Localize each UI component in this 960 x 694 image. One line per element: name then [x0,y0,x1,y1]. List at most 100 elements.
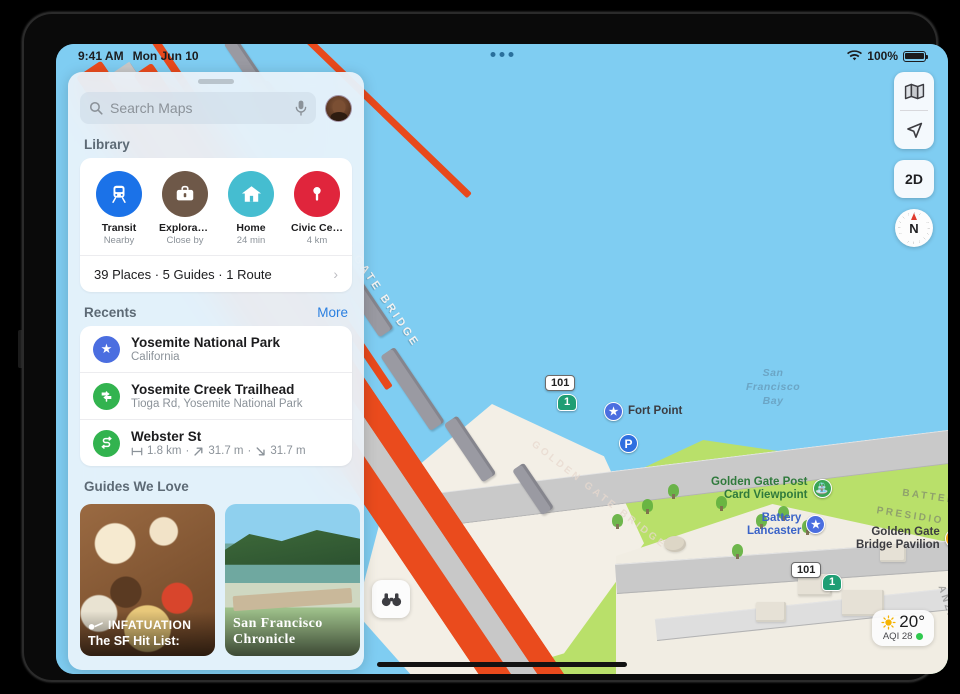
guides-title: Guides We Love [84,479,189,494]
recent-descent: 31.7 m [270,445,306,457]
dimension-toggle-button[interactable]: 2D [894,160,934,198]
bridge-tower [512,462,554,516]
poi-battery-lancaster[interactable]: Battery Lancaster ★ [747,512,826,538]
house-icon [228,171,274,217]
star-icon: ★ [93,335,120,363]
library-item-transit[interactable]: Transit Nearby [93,171,145,246]
parking-icon: P [619,434,638,453]
library-items: Transit Nearby Explorato Close by Home 2… [80,158,352,255]
tree-icon [732,544,743,559]
bridge-tower [443,415,497,483]
air-quality-row: AQI 28 [881,630,925,642]
guide-brand: INFATUATION [88,618,207,632]
chevron-right-icon: › [333,266,338,282]
aqi-label: AQI 28 [882,630,913,642]
tree-icon [668,484,679,499]
recent-title: Yosemite National Park [131,335,281,350]
star-icon: ★ [604,402,623,421]
pin-icon [294,171,340,217]
microphone-icon [295,100,307,116]
guide-title: The SF Hit List: [88,634,180,648]
device-bezel: GOLDEN GATE BRIDGE GOLDEN GATE BRIDGE Sa… [22,12,948,682]
wifi-icon [847,50,863,61]
library-item-label: Explorato… [159,222,211,234]
poi-label-text: Fort Point [628,405,683,418]
route-shield-101[interactable]: 101 [791,562,822,578]
compass-button[interactable]: N [895,209,933,247]
library-item-label: Civic Cen… [291,222,343,234]
search-input[interactable]: Search Maps [80,92,316,124]
poi-golden-gate-bridge-pavilion[interactable]: Golden GateBridge Pavilion 🛍 [856,526,948,552]
library-header: Library [68,124,364,158]
recents-more-button[interactable]: More [317,305,348,320]
tree-icon [642,499,653,514]
arrow-up-right-icon [194,447,203,456]
ipad-device: GOLDEN GATE BRIDGE GOLDEN GATE BRIDGE Sa… [0,0,960,694]
list-item[interactable]: Webster St 1.8 km · 31.7 m · 31.7 m [80,419,352,466]
guide-brand-text: INFATUATION [108,618,192,632]
guide-card-chronicle[interactable]: San Francisco Chronicle [225,504,360,656]
water-label: San Francisco Bay [746,367,801,408]
multitasking-handle[interactable] [490,52,514,57]
poi-fort-point[interactable]: ★ Fort Point [604,402,682,421]
poi-label-text: Battery Lancaster [747,512,802,537]
route-icon [93,429,120,457]
list-item[interactable]: Yosemite Creek Trailhead Tioga Rd, Yosem… [80,372,352,419]
screen: GOLDEN GATE BRIDGE GOLDEN GATE BRIDGE Sa… [56,44,948,674]
building [664,536,686,552]
search-icon [89,101,103,115]
route-badge-1[interactable]: 1 [822,574,843,591]
train-icon [96,171,142,217]
sun-icon [881,615,896,630]
recent-title: Yosemite Creek Trailhead [131,382,295,397]
separator: · [185,445,190,457]
park-icon: ⛲ [812,479,832,499]
guide-caption: San Francisco Chronicle [225,609,360,656]
avatar[interactable] [325,94,352,122]
recents-header: Recents More [68,292,364,326]
recent-distance: 1.8 km [147,445,182,457]
library-item-civic-center[interactable]: Civic Cen… 4 km [291,171,343,246]
current-location-button[interactable] [894,111,934,149]
library-title: Library [84,137,130,152]
weather-row: 20° [881,612,925,632]
list-item-text: Yosemite Creek Trailhead Tioga Rd, Yosem… [131,382,303,410]
library-summary-row[interactable]: 39 Places · 5 Guides · 1 Route › [80,255,352,292]
maps-sidebar: Search Maps Library Transit Nearby Explo… [68,72,364,670]
library-item-sub: 24 min [236,235,266,246]
poi-label-text: Golden Gate Post Card Viewpoint [711,476,808,501]
library-item-label: Transit [101,222,137,234]
shop-icon: 🛍 [944,529,948,549]
status-date: Mon Jun 10 [132,49,199,63]
library-item-home[interactable]: Home 24 min [225,171,277,246]
aqi-status-dot [916,633,924,641]
guide-brand: San Francisco Chronicle [233,616,352,648]
map-layers-button[interactable] [894,72,934,110]
compass-needle-icon [911,213,917,220]
guide-card-infatuation[interactable]: INFATUATION The SF Hit List: [80,504,215,656]
list-item-text: Yosemite National Park California [131,335,280,363]
search-placeholder: Search Maps [110,100,193,116]
look-around-button[interactable] [372,580,410,618]
poi-golden-gate-post-card-viewpoint[interactable]: Golden Gate Post Card Viewpoint ⛲ [711,476,832,502]
library-item-exploratorium[interactable]: Explorato… Close by [159,171,211,246]
route-badge-1[interactable]: 1 [557,394,578,411]
battery-percent-label: 100% [867,49,898,63]
distance-icon [131,447,143,455]
building [756,602,786,622]
battery-icon [903,50,929,62]
guides-list: INFATUATION The SF Hit List: San Francis… [68,500,364,656]
recent-subtitle-metrics: 1.8 km · 31.7 m · 31.7 m [131,445,306,457]
route-shield-101[interactable]: 101 [545,375,576,391]
weather-widget[interactable]: 20° AQI 28 [872,609,934,646]
list-item[interactable]: ★ Yosemite National Park California [80,326,352,372]
guide-brand-text: San Francisco Chronicle [233,616,323,647]
home-indicator[interactable] [377,662,627,667]
guides-header: Guides We Love [68,466,364,500]
library-item-sub: Nearby [103,235,135,246]
recent-ascent: 31.7 m [208,445,244,457]
trail-sign-icon [93,382,120,410]
poi-parking[interactable]: P [619,434,638,453]
list-item-text: Webster St 1.8 km · 31.7 m · 31.7 m [131,429,306,457]
tree-icon [612,514,623,529]
